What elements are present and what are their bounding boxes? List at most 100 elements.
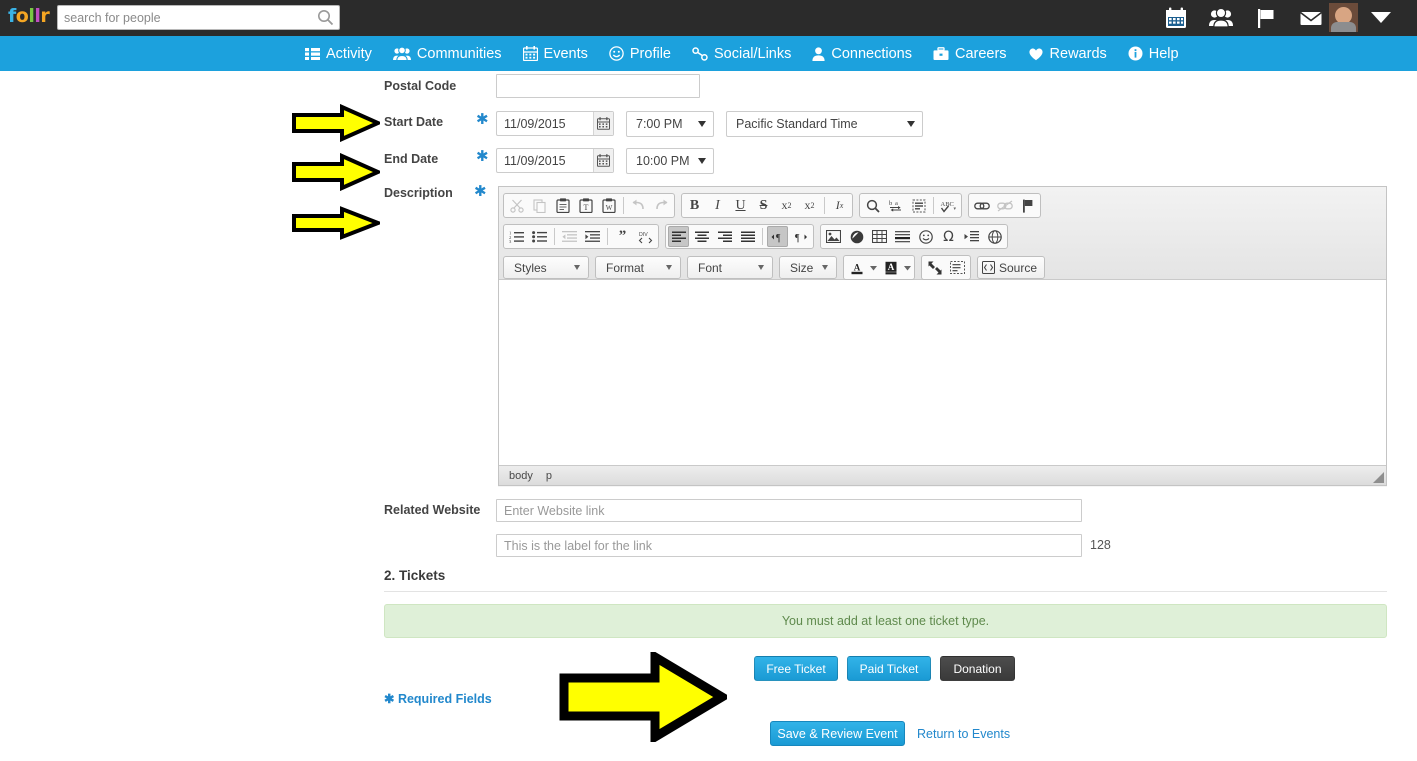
source-button[interactable]: Source xyxy=(977,256,1045,279)
nav-item-connections[interactable]: Connections xyxy=(812,46,912,62)
search-input[interactable] xyxy=(58,6,316,29)
end-date-calendar-icon[interactable] xyxy=(593,149,613,172)
spellcheck-icon[interactable]: ABC xyxy=(938,195,959,216)
underline-icon[interactable]: U xyxy=(730,195,751,216)
svg-text:a: a xyxy=(895,200,898,207)
svg-text:¶: ¶ xyxy=(776,233,781,243)
undo-icon[interactable] xyxy=(628,195,649,216)
nav-item-rewards[interactable]: Rewards xyxy=(1028,46,1107,62)
nav-item-events[interactable]: Events xyxy=(522,46,588,62)
replace-icon[interactable]: ba xyxy=(885,195,906,216)
paste-from-word-icon[interactable]: W xyxy=(598,195,619,216)
save-review-event-button[interactable]: Save & Review Event xyxy=(770,721,905,746)
page-break-icon[interactable] xyxy=(961,226,982,247)
font-combo[interactable]: Font xyxy=(687,256,773,279)
editor-resize-grip[interactable] xyxy=(1373,472,1384,483)
avatar[interactable] xyxy=(1329,3,1358,32)
calendar-icon[interactable] xyxy=(1163,5,1189,31)
elements-path-p[interactable]: p xyxy=(546,470,552,482)
link-icon[interactable] xyxy=(971,195,992,216)
text-direction-ltr-icon[interactable]: ¶ xyxy=(790,226,811,247)
site-logo[interactable]: follr xyxy=(8,5,50,27)
return-to-events-link[interactable]: Return to Events xyxy=(917,727,1010,741)
align-center-icon[interactable] xyxy=(691,226,712,247)
arrow-end-date xyxy=(292,153,380,191)
paste-text-icon[interactable]: T xyxy=(575,195,596,216)
related-website-url-input[interactable] xyxy=(496,499,1082,522)
envelope-icon[interactable] xyxy=(1298,5,1324,31)
redo-icon[interactable] xyxy=(651,195,672,216)
background-color-caret-icon[interactable] xyxy=(903,257,912,278)
background-color-icon[interactable]: A xyxy=(880,257,901,278)
text-color-caret-icon[interactable] xyxy=(869,257,878,278)
copy-icon[interactable] xyxy=(529,195,550,216)
people-icon[interactable] xyxy=(1208,5,1234,31)
bulleted-list-icon[interactable] xyxy=(529,226,550,247)
start-date-input[interactable] xyxy=(497,112,593,135)
anchor-icon[interactable] xyxy=(1017,195,1038,216)
free-ticket-button[interactable]: Free Ticket xyxy=(754,656,838,681)
paid-ticket-button[interactable]: Paid Ticket xyxy=(847,656,931,681)
iframe-icon[interactable] xyxy=(984,226,1005,247)
italic-icon[interactable]: I xyxy=(707,195,728,216)
flash-icon[interactable] xyxy=(846,226,867,247)
elements-path-body[interactable]: body xyxy=(509,470,533,482)
align-right-icon[interactable] xyxy=(714,226,735,247)
text-direction-rtl-icon[interactable]: ¶ xyxy=(767,226,788,247)
size-combo[interactable]: Size xyxy=(779,256,837,279)
image-icon[interactable] xyxy=(823,226,844,247)
related-website-label-input[interactable] xyxy=(496,534,1082,557)
end-date-input[interactable] xyxy=(497,149,593,172)
end-time-select[interactable]: 10:00 PM xyxy=(626,148,714,174)
subscript-icon[interactable]: x2 xyxy=(776,195,797,216)
nav-item-help[interactable]: Help xyxy=(1128,46,1179,62)
flag-icon[interactable] xyxy=(1253,5,1279,31)
start-date-calendar-icon[interactable] xyxy=(593,112,613,135)
align-left-icon[interactable] xyxy=(668,226,689,247)
search-icon[interactable] xyxy=(317,9,334,26)
nav-item-activity[interactable]: Activity xyxy=(305,46,372,62)
insert-toolgroup: Ω xyxy=(820,224,1008,249)
nav-item-careers[interactable]: Careers xyxy=(933,46,1007,62)
editor-content-area[interactable] xyxy=(499,281,1386,465)
find-icon[interactable] xyxy=(862,195,883,216)
select-all-icon[interactable] xyxy=(908,195,929,216)
search-box[interactable] xyxy=(57,5,340,30)
timezone-select[interactable]: Pacific Standard Time xyxy=(726,111,923,137)
horizontal-rule-icon[interactable] xyxy=(892,226,913,247)
remove-format-icon[interactable]: Ix xyxy=(829,195,850,216)
nav-item-profile[interactable]: Profile xyxy=(609,46,671,62)
special-character-icon[interactable]: Ω xyxy=(938,226,959,247)
maximize-icon[interactable] xyxy=(924,257,945,278)
toolbar-separator xyxy=(933,197,934,214)
cut-icon[interactable] xyxy=(506,195,527,216)
unlink-icon[interactable] xyxy=(994,195,1015,216)
styles-combo[interactable]: Styles xyxy=(503,256,589,279)
show-blocks-icon[interactable] xyxy=(947,257,968,278)
format-combo-label: Format xyxy=(606,260,645,275)
numbered-list-icon[interactable]: 123 xyxy=(506,226,527,247)
bold-icon[interactable]: B xyxy=(684,195,705,216)
postal-code-input[interactable] xyxy=(496,74,700,98)
donation-button[interactable]: Donation xyxy=(940,656,1015,681)
paste-icon[interactable] xyxy=(552,195,573,216)
start-time-select[interactable]: 7:00 PM xyxy=(626,111,714,137)
format-combo[interactable]: Format xyxy=(595,256,681,279)
start-date-field[interactable] xyxy=(496,111,614,136)
text-color-icon[interactable]: A xyxy=(846,257,867,278)
strikethrough-icon[interactable]: S xyxy=(753,195,774,216)
nav-item-communities[interactable]: Communities xyxy=(392,46,502,62)
blockquote-icon[interactable]: ” xyxy=(612,226,633,247)
account-dropdown-caret-icon[interactable] xyxy=(1371,12,1391,23)
indent-icon[interactable] xyxy=(582,226,603,247)
create-div-icon[interactable]: DIV xyxy=(635,226,656,247)
superscript-icon[interactable]: x2 xyxy=(799,195,820,216)
align-justify-icon[interactable] xyxy=(737,226,758,247)
source-button-label: Source xyxy=(999,260,1038,275)
smiley-icon[interactable] xyxy=(915,226,936,247)
nav-item-social-links[interactable]: Social/Links xyxy=(692,46,791,62)
outdent-icon[interactable] xyxy=(559,226,580,247)
end-date-field[interactable] xyxy=(496,148,614,173)
rich-text-editor[interactable]: T W B I U S x2 x2 I x b a ABC 1 2 3 ” DI… xyxy=(498,186,1387,486)
table-icon[interactable] xyxy=(869,226,890,247)
